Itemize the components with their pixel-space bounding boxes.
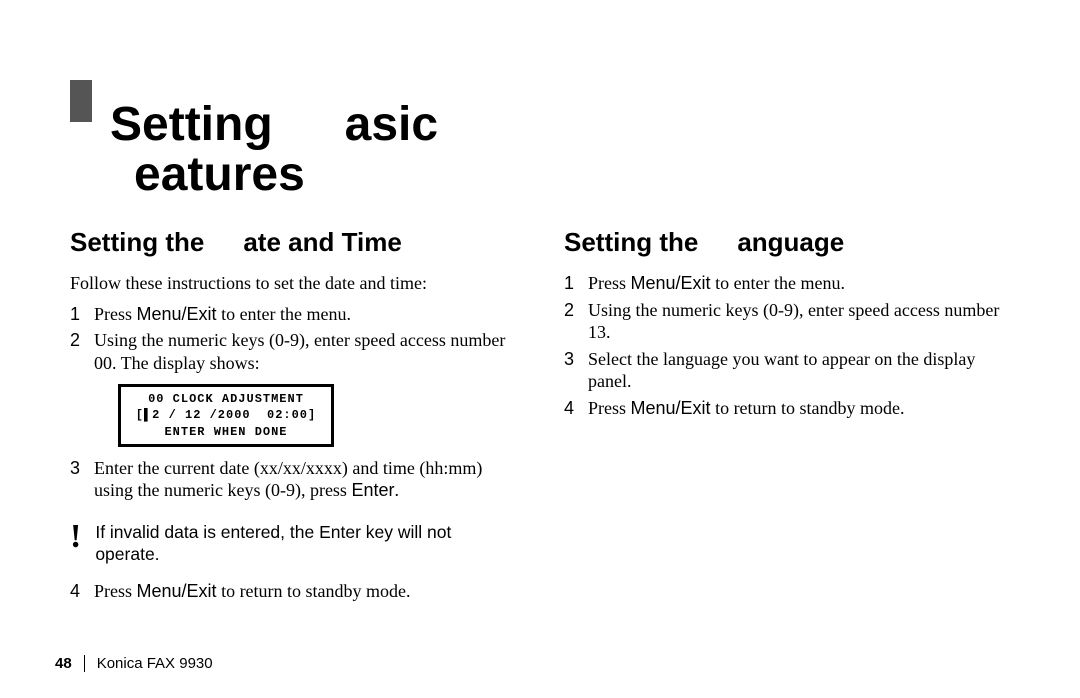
- lcd-display: 00 CLOCK ADJUSTMENT [▌2 / 12 /2000 02:00…: [118, 384, 516, 447]
- text-part: .: [394, 480, 399, 500]
- content-columns: Setting the ate and Time Follow these in…: [70, 226, 1010, 606]
- step-text: Using the numeric keys (0-9), enter spee…: [94, 329, 516, 374]
- heading-date-time: Setting the ate and Time: [70, 226, 516, 259]
- chapter-title-line-1: Setting asic: [110, 100, 1010, 150]
- keyword-menu-exit: Menu/Exit: [137, 304, 217, 324]
- step-2: 2 Using the numeric keys (0-9), enter sp…: [70, 329, 516, 374]
- steps-date-time: 1 Press Menu/Exit to enter the menu. 2 U…: [70, 303, 516, 375]
- page-footer: 48 Konica FAX 9930: [55, 655, 213, 672]
- page: Setting asic eatures Setting the ate and…: [0, 0, 1080, 698]
- steps-date-time-end: 4 Press Menu/Exit to return to standby m…: [70, 580, 516, 603]
- step-number: 4: [70, 580, 84, 603]
- step-2: 2 Using the numeric keys (0-9), enter sp…: [564, 299, 1010, 344]
- step-number: 2: [564, 299, 578, 344]
- steps-date-time-cont: 3 Enter the current date (xx/xx/xxxx) an…: [70, 457, 516, 502]
- steps-language: 1 Press Menu/Exit to enter the menu. 2 U…: [564, 272, 1010, 419]
- step-text: Press Menu/Exit to enter the menu.: [588, 272, 1010, 295]
- step-3: 3 Select the language you want to appear…: [564, 348, 1010, 393]
- text-part: Press: [94, 304, 137, 324]
- text-part: Press: [94, 581, 137, 601]
- keyword-enter: Enter: [351, 480, 394, 500]
- chapter-title: Setting asic eatures: [110, 100, 1010, 201]
- thumb-tab-icon: [70, 80, 92, 122]
- lcd-line-2: [▌2 / 12 /2000 02:00]: [131, 407, 321, 423]
- step-text: Press Menu/Exit to return to standby mod…: [588, 397, 1010, 420]
- step-4: 4 Press Menu/Exit to return to standby m…: [564, 397, 1010, 420]
- text-part: Enter the current date (xx/xx/xxxx) and …: [94, 458, 482, 501]
- page-number: 48: [55, 655, 85, 672]
- keyword-menu-exit: Menu/Exit: [137, 581, 217, 601]
- step-text: Press Menu/Exit to enter the menu.: [94, 303, 516, 326]
- step-text: Press Menu/Exit to return to standby mod…: [94, 580, 516, 603]
- step-text: Using the numeric keys (0-9), enter spee…: [588, 299, 1010, 344]
- step-number: 2: [70, 329, 84, 374]
- right-column: Setting the anguage 1 Press Menu/Exit to…: [564, 226, 1010, 606]
- heading-language: Setting the anguage: [564, 226, 1010, 259]
- keyword-menu-exit: Menu/Exit: [631, 398, 711, 418]
- step-3: 3 Enter the current date (xx/xx/xxxx) an…: [70, 457, 516, 502]
- step-4: 4 Press Menu/Exit to return to standby m…: [70, 580, 516, 603]
- step-1: 1 Press Menu/Exit to enter the menu.: [70, 303, 516, 326]
- step-number: 1: [564, 272, 578, 295]
- text-part: to enter the menu.: [711, 273, 845, 293]
- text-part: to return to standby mode.: [217, 581, 411, 601]
- document-name: Konica FAX 9930: [97, 655, 213, 672]
- text-part: Press: [588, 398, 631, 418]
- step-1: 1 Press Menu/Exit to enter the menu.: [564, 272, 1010, 295]
- intro-text: Follow these instructions to set the dat…: [70, 272, 516, 295]
- left-column: Setting the ate and Time Follow these in…: [70, 226, 516, 606]
- step-number: 1: [70, 303, 84, 326]
- step-number: 3: [564, 348, 578, 393]
- text-part: to enter the menu.: [217, 304, 351, 324]
- step-text: Enter the current date (xx/xx/xxxx) and …: [94, 457, 516, 502]
- caution-note: ! If invalid data is entered, the Enter …: [70, 522, 516, 566]
- text-part: Press: [588, 273, 631, 293]
- caution-icon: !: [70, 522, 81, 553]
- step-text: Select the language you want to appear o…: [588, 348, 1010, 393]
- step-number: 4: [564, 397, 578, 420]
- lcd-line-1: 00 CLOCK ADJUSTMENT: [131, 391, 321, 407]
- lcd-screen: 00 CLOCK ADJUSTMENT [▌2 / 12 /2000 02:00…: [118, 384, 334, 447]
- caution-text: If invalid data is entered, the Enter ke…: [95, 522, 516, 566]
- step-number: 3: [70, 457, 84, 502]
- chapter-title-line-2: eatures: [110, 150, 1010, 200]
- keyword-menu-exit: Menu/Exit: [631, 273, 711, 293]
- text-part: to return to standby mode.: [711, 398, 905, 418]
- lcd-line-3: ENTER WHEN DONE: [131, 424, 321, 440]
